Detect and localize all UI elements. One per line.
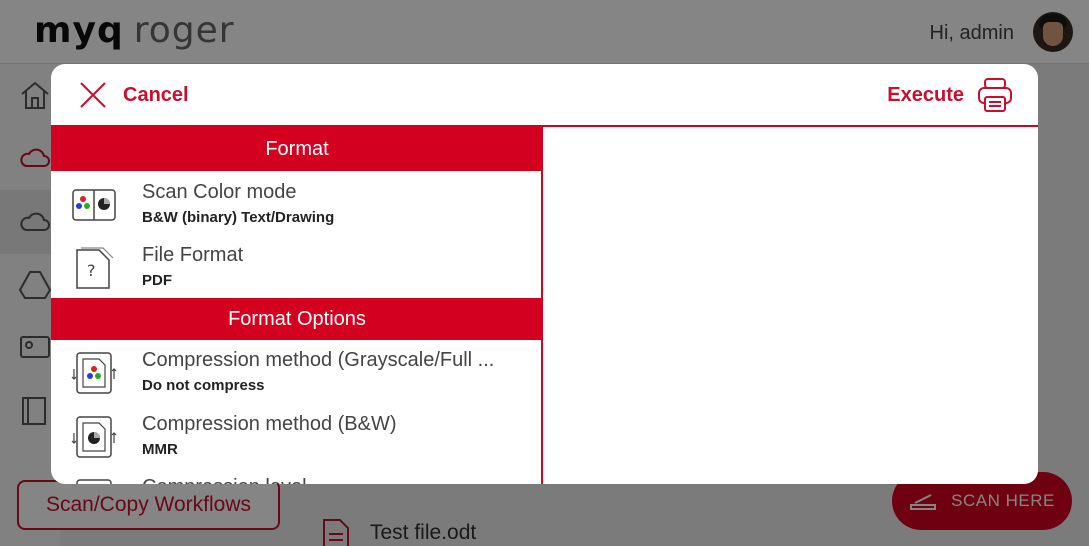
setting-compression-level[interactable]: Compression level [51, 468, 541, 484]
setting-title: Scan Color mode [142, 181, 297, 203]
cancel-button[interactable]: Cancel [79, 81, 189, 109]
setting-value: B&W (binary) Text/Drawing [142, 209, 335, 226]
scan-settings-dialog: Cancel Execute Format Scan Color mode B&… [51, 64, 1038, 484]
setting-title: File Format [142, 244, 244, 266]
section-header-format: Format [51, 127, 541, 171]
setting-value: PDF [142, 272, 172, 289]
printer-icon [978, 78, 1012, 112]
settings-list[interactable]: Format Scan Color mode B&W (binary) Text… [51, 127, 543, 484]
file-format-icon: ? [76, 247, 114, 289]
setting-compression-method-bw[interactable]: Compression method (B&W) MMR [51, 405, 541, 467]
setting-value: Do not compress [142, 377, 265, 394]
setting-file-format[interactable]: ? File Format PDF [51, 236, 541, 298]
compression-bw-icon [71, 416, 117, 458]
setting-title: Compression method (B&W) [142, 413, 397, 435]
setting-title: Compression method (Grayscale/Full ... [142, 349, 495, 371]
setting-compression-method-color[interactable]: Compression method (Grayscale/Full ... D… [51, 341, 541, 403]
setting-title: Compression level [142, 476, 522, 484]
execute-button[interactable]: Execute [887, 77, 1014, 113]
setting-value: MMR [142, 441, 178, 458]
setting-scan-color-mode[interactable]: Scan Color mode B&W (binary) Text/Drawin… [51, 173, 541, 235]
svg-text:?: ? [87, 261, 96, 280]
close-icon [80, 82, 106, 108]
cancel-label: Cancel [123, 83, 189, 106]
compression-color-icon [71, 352, 117, 394]
preview-pane [545, 127, 1038, 484]
color-mode-icon [72, 189, 116, 221]
dialog-header: Cancel Execute [51, 64, 1038, 127]
execute-label: Execute [887, 83, 964, 106]
compression-level-icon [76, 479, 112, 484]
section-header-format-options: Format Options [51, 298, 541, 340]
